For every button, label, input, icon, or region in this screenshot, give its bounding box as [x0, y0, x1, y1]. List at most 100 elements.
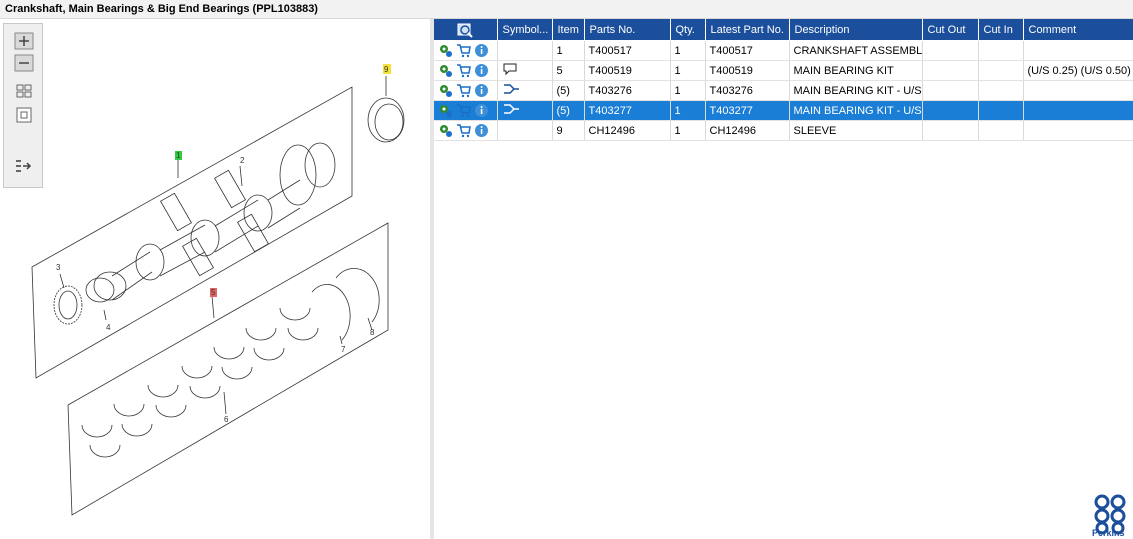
export-list-icon[interactable]: [14, 158, 34, 176]
cell-latest-part-no: T403277: [705, 100, 790, 121]
callout-label[interactable]: 6: [224, 415, 229, 424]
table-row[interactable]: 1 T400517 1 T400517 CRANKSHAFT ASSEMBLY: [434, 40, 1133, 61]
parts-table: Symbol... Item Parts No. Qty. Latest Par…: [434, 19, 1133, 141]
header-comment[interactable]: Comment: [1023, 19, 1133, 41]
row-actions: [434, 40, 498, 61]
cell-symbol: [497, 60, 553, 81]
cell-qty: 1: [670, 120, 706, 141]
actual-size-icon[interactable]: [14, 106, 34, 124]
alternative-part-icon[interactable]: [502, 102, 520, 116]
info-icon[interactable]: [474, 83, 489, 98]
cell-symbol: [497, 80, 553, 101]
table-row[interactable]: (5) T403276 1 T403276 MAIN BEARING KIT - U/S: [434, 80, 1133, 101]
cell-parts-no: T403277: [584, 100, 671, 121]
row-actions: [434, 60, 498, 81]
perkins-logo-text: Perkins: [1092, 528, 1125, 538]
comment-bubble-icon[interactable]: [502, 62, 518, 76]
header-item[interactable]: Item: [552, 19, 585, 41]
cell-qty: 1: [670, 40, 706, 61]
info-icon[interactable]: [474, 43, 489, 58]
cell-symbol: [497, 100, 553, 121]
cell-description: MAIN BEARING KIT - U/S: [789, 100, 923, 121]
gears-icon[interactable]: [438, 63, 453, 78]
gears-icon[interactable]: [438, 83, 453, 98]
table-header-row: Symbol... Item Parts No. Qty. Latest Par…: [434, 19, 1133, 41]
table-row[interactable]: 5 T400519 1 T400519 MAIN BEARING KIT (U/S 0.2…: [434, 60, 1133, 81]
cell-cut-in: [978, 100, 1024, 121]
zoom-out-icon[interactable]: [14, 54, 34, 72]
table-row[interactable]: (5) T403277 1 T403277 MAIN BEARING KIT - U/S: [434, 100, 1133, 121]
shopping-cart-icon[interactable]: [456, 103, 471, 118]
cell-qty: 1: [670, 100, 706, 121]
cell-item: 1: [552, 40, 585, 61]
cell-latest-part-no: T400519: [705, 60, 790, 81]
callout-label[interactable]: 3: [56, 263, 61, 272]
table-row[interactable]: 9 CH12496 1 CH12496 SLEEVE: [434, 120, 1133, 141]
cell-latest-part-no: T400517: [705, 40, 790, 61]
cell-parts-no: T403276: [584, 80, 671, 101]
thrust-washer-drawing: [335, 268, 380, 323]
info-icon[interactable]: [474, 123, 489, 138]
page-title: Crankshaft, Main Bearings & Big End Bear…: [5, 3, 318, 15]
cell-comment: [1023, 80, 1133, 101]
cell-comment: (U/S 0.25) (U/S 0.50): [1023, 60, 1133, 81]
cell-symbol: [497, 120, 553, 141]
header-cut-out[interactable]: Cut Out: [922, 19, 979, 41]
shopping-cart-icon[interactable]: [456, 63, 471, 78]
cell-item: 9: [552, 120, 585, 141]
parts-list-grid: Symbol... Item Parts No. Qty. Latest Par…: [434, 19, 1133, 141]
gears-icon[interactable]: [438, 103, 453, 118]
shopping-cart-icon[interactable]: [456, 123, 471, 138]
zoom-in-icon[interactable]: [14, 32, 34, 50]
cell-item: (5): [552, 80, 585, 101]
alternative-part-icon[interactable]: [502, 82, 520, 96]
cell-cut-in: [978, 80, 1024, 101]
diagram-toolbar: [3, 23, 43, 188]
info-icon[interactable]: [474, 63, 489, 78]
cell-cut-out: [922, 100, 979, 121]
bearings-panel: [67, 222, 389, 516]
cell-cut-out: [922, 120, 979, 141]
magnify-icon[interactable]: [456, 22, 474, 38]
cell-comment: [1023, 40, 1133, 61]
gears-icon[interactable]: [438, 43, 453, 58]
cell-description: MAIN BEARING KIT: [789, 60, 923, 81]
header-latest-part-no[interactable]: Latest Part No.: [705, 19, 790, 41]
callout-label[interactable]: 4: [106, 323, 111, 332]
header-symbol[interactable]: Symbol...: [497, 19, 553, 41]
callout-label[interactable]: 8: [370, 328, 375, 337]
cell-cut-out: [922, 60, 979, 81]
cell-cut-out: [922, 80, 979, 101]
cell-parts-no: T400517: [584, 40, 671, 61]
header-description[interactable]: Description: [789, 19, 923, 41]
cell-cut-out: [922, 40, 979, 61]
exploded-diagram: 1 2 3 4 5 6 7 8 9: [31, 64, 405, 516]
cell-latest-part-no: CH12496: [705, 120, 790, 141]
header-cut-in[interactable]: Cut In: [978, 19, 1024, 41]
info-icon[interactable]: [474, 103, 489, 118]
cell-description: MAIN BEARING KIT - U/S: [789, 80, 923, 101]
cell-qty: 1: [670, 80, 706, 101]
gears-icon[interactable]: [438, 123, 453, 138]
callout-label[interactable]: 7: [341, 345, 346, 354]
callout-label[interactable]: 2: [240, 156, 245, 165]
preview-column-header[interactable]: [434, 19, 498, 41]
cell-cut-in: [978, 60, 1024, 81]
header-parts-no[interactable]: Parts No.: [584, 19, 671, 41]
callout-label[interactable]: 1: [176, 151, 181, 160]
callout-label[interactable]: 5: [211, 288, 216, 297]
timing-gear-drawing: [53, 285, 83, 325]
title-bar: Crankshaft, Main Bearings & Big End Bear…: [0, 0, 1133, 19]
header-qty[interactable]: Qty.: [670, 19, 706, 41]
cell-comment: [1023, 120, 1133, 141]
fit-to-window-icon[interactable]: [14, 82, 34, 100]
callout-label[interactable]: 9: [384, 65, 389, 74]
cell-description: SLEEVE: [789, 120, 923, 141]
cell-item: 5: [552, 60, 585, 81]
row-actions: [434, 80, 498, 101]
cell-description: CRANKSHAFT ASSEMBLY: [789, 40, 923, 61]
row-actions: [434, 120, 498, 141]
cell-parts-no: CH12496: [584, 120, 671, 141]
shopping-cart-icon[interactable]: [456, 83, 471, 98]
shopping-cart-icon[interactable]: [456, 43, 471, 58]
